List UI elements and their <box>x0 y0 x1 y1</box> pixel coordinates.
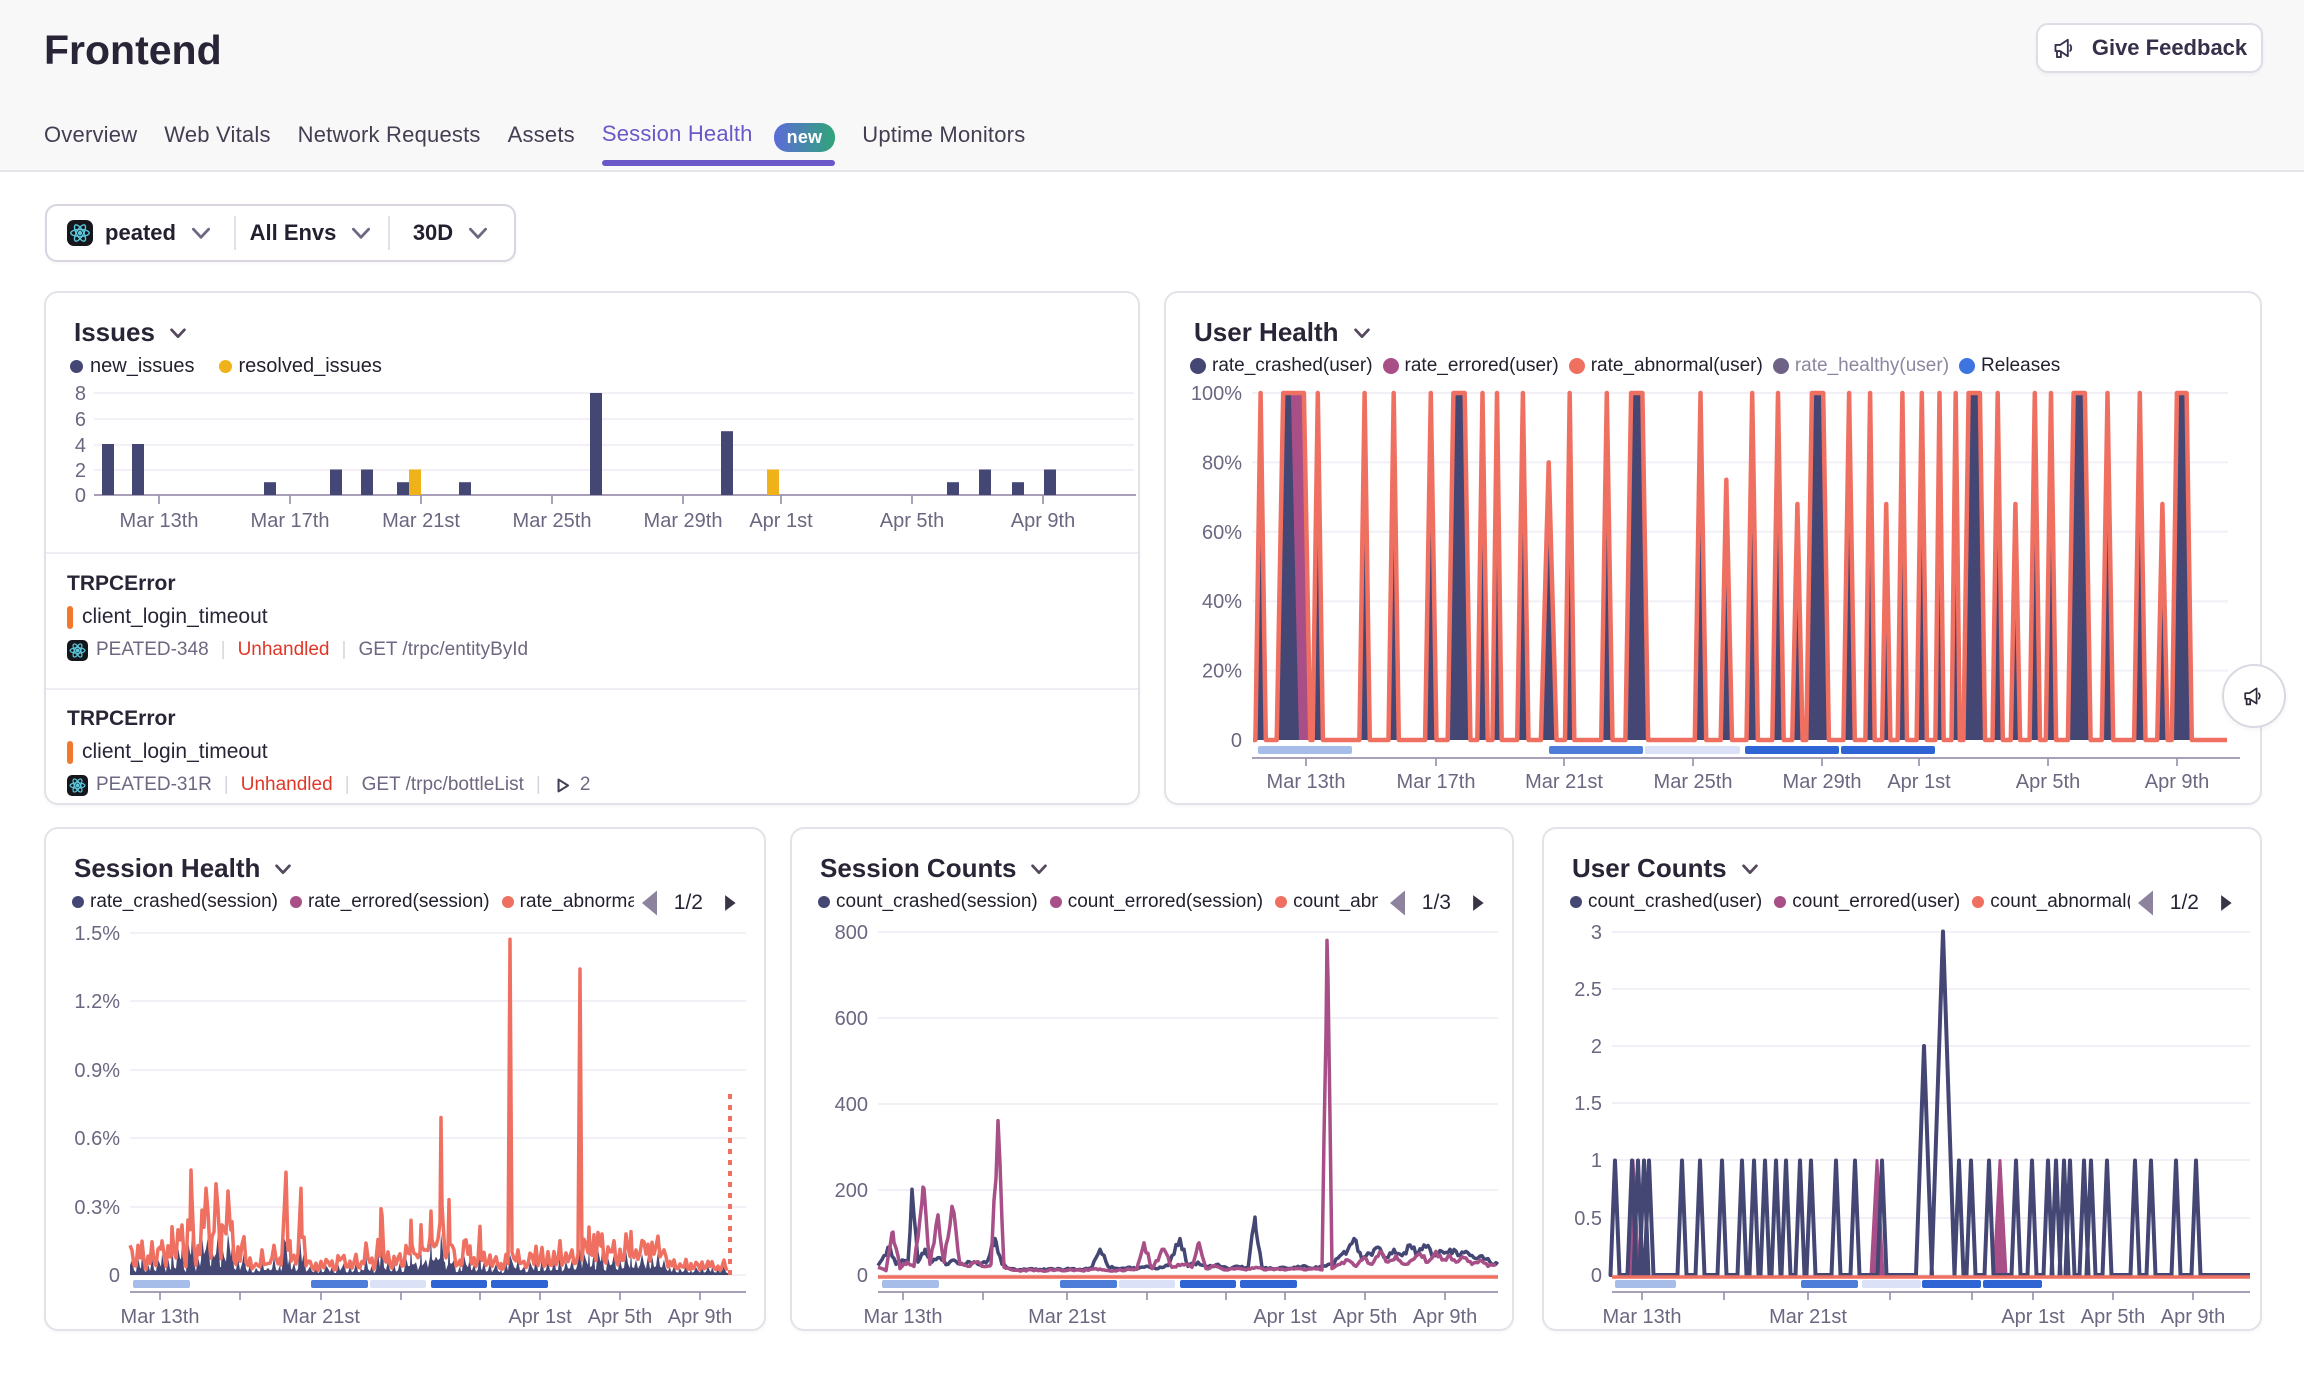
svg-text:0: 0 <box>1231 730 1242 752</box>
svg-text:Mar 21st: Mar 21st <box>382 510 460 532</box>
svg-text:60%: 60% <box>1202 522 1242 544</box>
svg-text:2.5: 2.5 <box>1574 979 1602 1001</box>
svg-text:Mar 21st: Mar 21st <box>1028 1306 1106 1328</box>
svg-text:0: 0 <box>1591 1265 1602 1287</box>
svg-text:Apr 5th: Apr 5th <box>2081 1306 2145 1328</box>
svg-text:Apr 5th: Apr 5th <box>588 1306 652 1328</box>
svg-text:400: 400 <box>835 1094 868 1116</box>
svg-text:100%: 100% <box>1191 383 1242 405</box>
svg-text:Apr 5th: Apr 5th <box>1333 1306 1397 1328</box>
svg-text:0.6%: 0.6% <box>74 1128 120 1150</box>
svg-text:80%: 80% <box>1202 452 1242 474</box>
svg-text:Mar 13th: Mar 13th <box>864 1306 943 1328</box>
svg-text:Apr 9th: Apr 9th <box>2161 1306 2225 1328</box>
svg-text:200: 200 <box>835 1180 868 1202</box>
svg-text:Mar 21st: Mar 21st <box>282 1306 360 1328</box>
svg-text:Mar 29th: Mar 29th <box>644 510 723 532</box>
svg-text:Apr 5th: Apr 5th <box>2016 771 2080 793</box>
svg-text:Apr 1st: Apr 1st <box>749 510 813 532</box>
svg-text:Apr 9th: Apr 9th <box>1413 1306 1477 1328</box>
svg-text:40%: 40% <box>1202 591 1242 613</box>
svg-text:0.5: 0.5 <box>1574 1208 1602 1230</box>
svg-text:600: 600 <box>835 1008 868 1030</box>
svg-text:4: 4 <box>75 435 86 457</box>
svg-text:Apr 1st: Apr 1st <box>2001 1306 2065 1328</box>
svg-text:8: 8 <box>75 383 86 405</box>
svg-text:Mar 17th: Mar 17th <box>251 510 330 532</box>
svg-text:Mar 25th: Mar 25th <box>1654 771 1733 793</box>
svg-text:1.2%: 1.2% <box>74 991 120 1013</box>
svg-text:Apr 1st: Apr 1st <box>1253 1306 1317 1328</box>
svg-text:20%: 20% <box>1202 661 1242 683</box>
svg-text:Apr 9th: Apr 9th <box>668 1306 732 1328</box>
svg-text:Apr 1st: Apr 1st <box>508 1306 572 1328</box>
svg-text:Mar 21st: Mar 21st <box>1769 1306 1847 1328</box>
svg-text:3: 3 <box>1591 922 1602 944</box>
svg-text:800: 800 <box>835 922 868 944</box>
svg-text:0.9%: 0.9% <box>74 1060 120 1082</box>
svg-text:6: 6 <box>75 409 86 431</box>
svg-text:Apr 9th: Apr 9th <box>2145 771 2209 793</box>
svg-text:Apr 1st: Apr 1st <box>1887 771 1951 793</box>
svg-text:Mar 13th: Mar 13th <box>1267 771 1346 793</box>
svg-text:Mar 25th: Mar 25th <box>513 510 592 532</box>
svg-text:Apr 5th: Apr 5th <box>880 510 944 532</box>
svg-text:0.3%: 0.3% <box>74 1197 120 1219</box>
svg-text:0: 0 <box>857 1265 868 1287</box>
svg-text:0: 0 <box>109 1265 120 1287</box>
svg-text:Mar 21st: Mar 21st <box>1525 771 1603 793</box>
svg-text:2: 2 <box>75 460 86 482</box>
svg-text:0: 0 <box>75 485 86 507</box>
svg-text:2: 2 <box>1591 1036 1602 1058</box>
svg-text:Mar 13th: Mar 13th <box>121 1306 200 1328</box>
svg-text:Mar 13th: Mar 13th <box>120 510 199 532</box>
svg-text:1.5: 1.5 <box>1574 1093 1602 1115</box>
svg-text:Mar 17th: Mar 17th <box>1397 771 1476 793</box>
svg-text:Apr 9th: Apr 9th <box>1011 510 1075 532</box>
svg-text:1: 1 <box>1591 1150 1602 1172</box>
svg-text:Mar 29th: Mar 29th <box>1783 771 1862 793</box>
svg-text:Mar 13th: Mar 13th <box>1603 1306 1682 1328</box>
svg-text:1.5%: 1.5% <box>74 923 120 945</box>
